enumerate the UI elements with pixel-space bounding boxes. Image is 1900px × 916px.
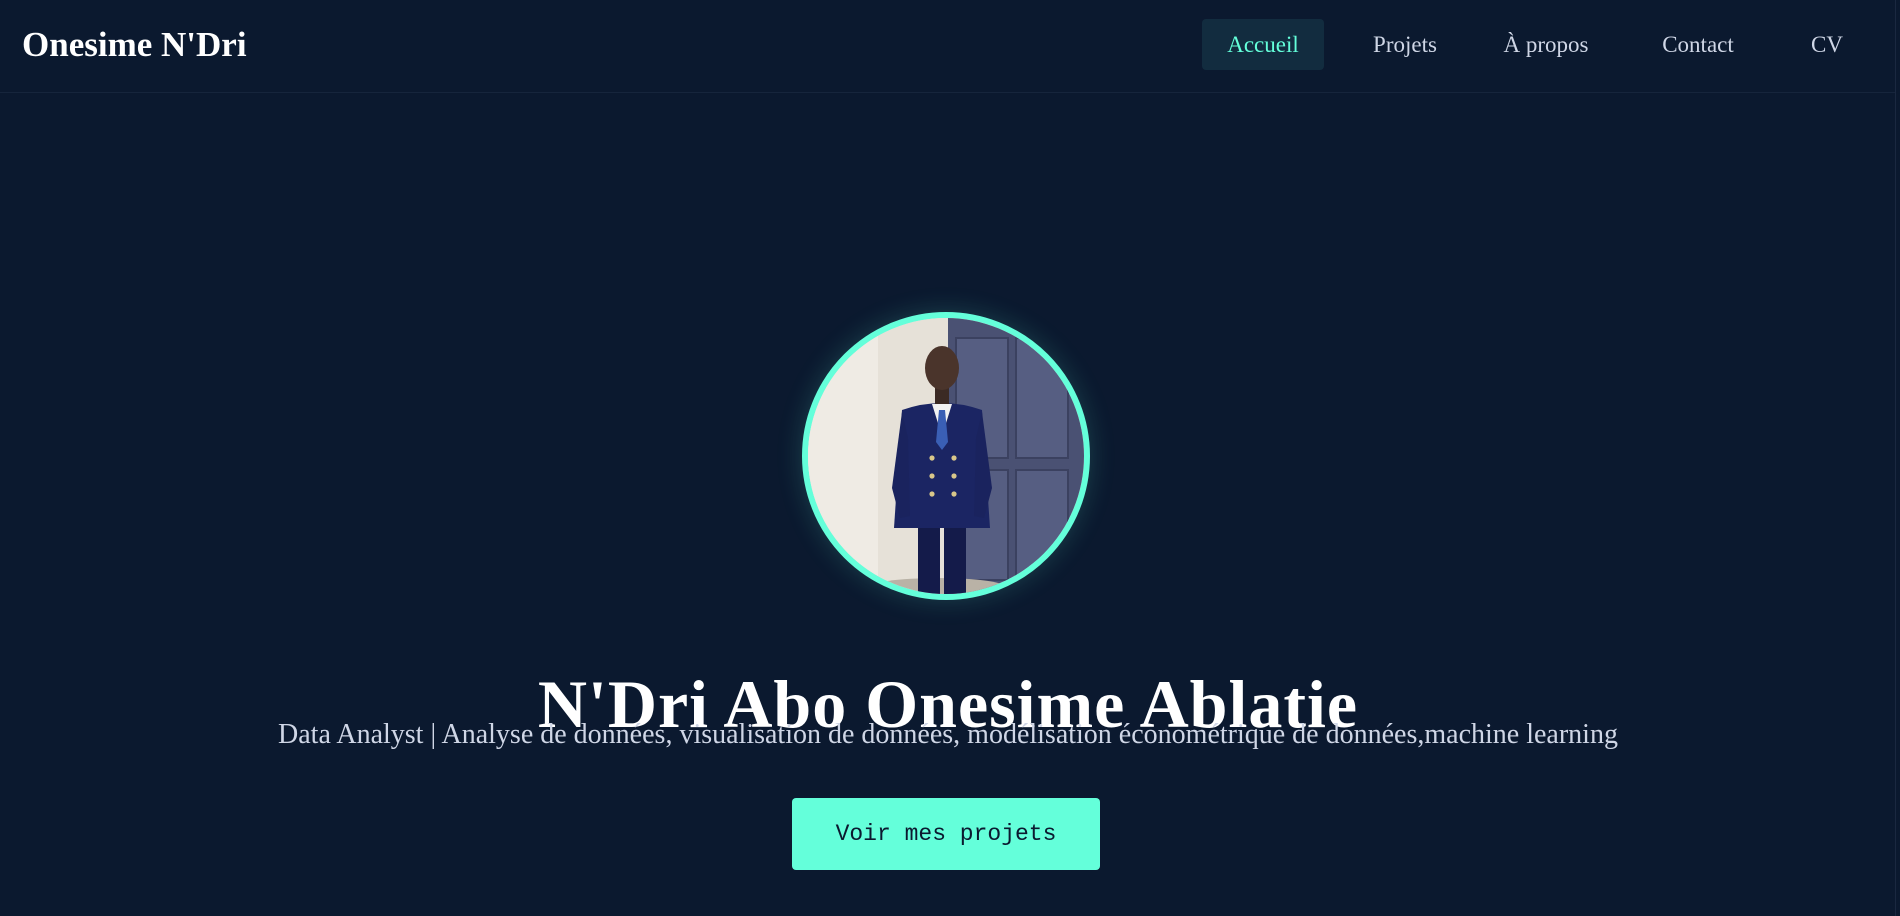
page: Onesime N'Dri Accueil Projets À propos C…	[0, 0, 1900, 916]
nav-link-contact[interactable]: Contact	[1648, 19, 1748, 70]
nav-link-accueil[interactable]: Accueil	[1202, 19, 1324, 70]
hero-section: N'Dri Abo Onesime Ablatie Data Analyst |…	[0, 93, 1896, 916]
profile-photo	[802, 312, 1090, 600]
hero-subtitle: Data Analyst | Analyse de données, visua…	[278, 719, 1618, 750]
site-brand[interactable]: Onesime N'Dri	[22, 24, 247, 66]
view-projects-button[interactable]: Voir mes projets	[792, 798, 1100, 870]
profile-photo-illustration	[808, 318, 1084, 594]
navbar: Onesime N'Dri Accueil Projets À propos C…	[0, 0, 1896, 93]
nav-link-projets[interactable]: Projets	[1359, 19, 1451, 70]
nav-link-a-propos[interactable]: À propos	[1492, 19, 1600, 70]
nav-link-cv[interactable]: CV	[1800, 19, 1854, 70]
page-scrollbar[interactable]	[1895, 0, 1900, 916]
